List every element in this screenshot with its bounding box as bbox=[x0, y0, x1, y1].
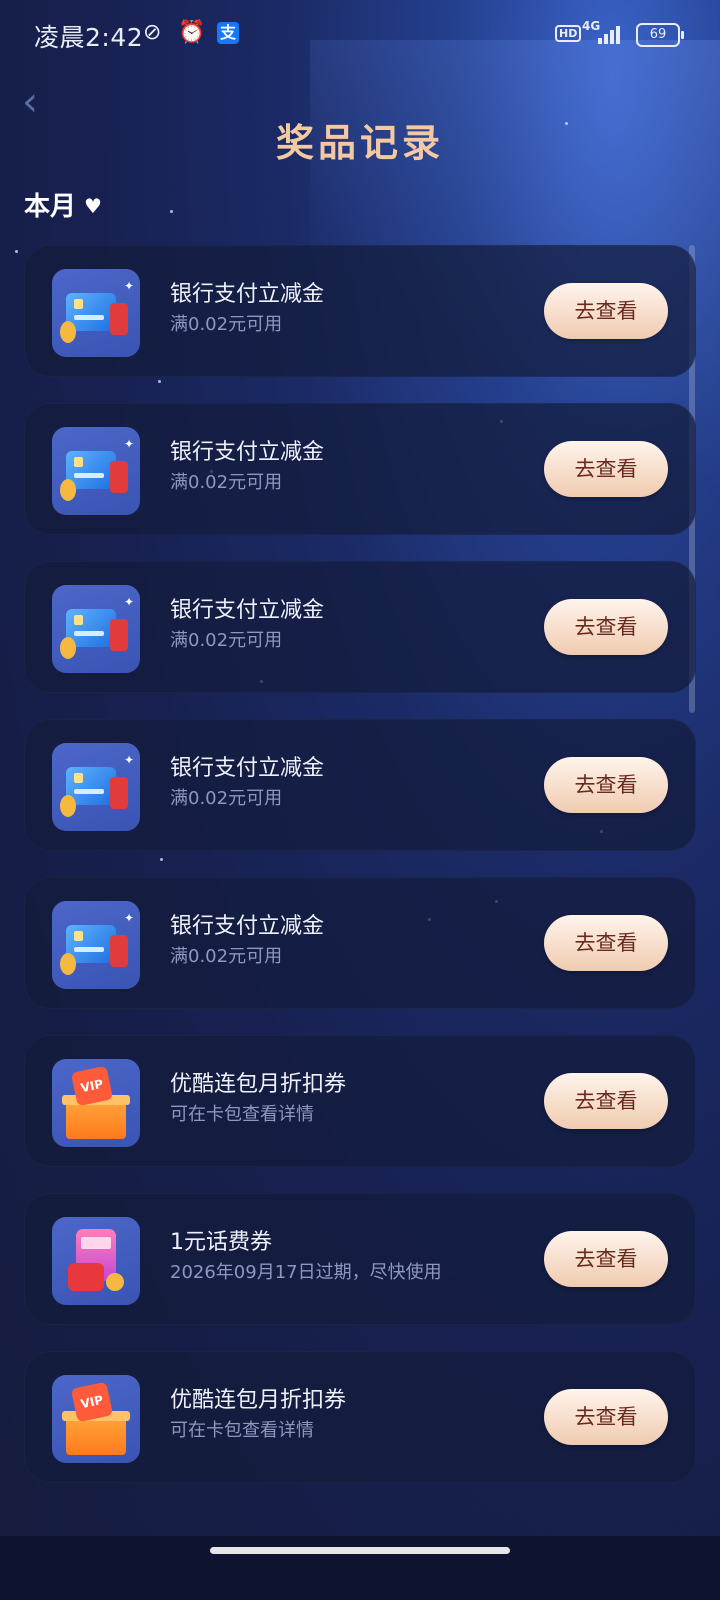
prize-card: ✦ 银行支付立减金 满0.02元可用 去查看 bbox=[24, 877, 696, 1009]
view-button[interactable]: 去查看 bbox=[544, 283, 668, 339]
alipay-icon: 支 bbox=[217, 22, 239, 44]
vip-gift-box-icon: VIP bbox=[52, 1375, 140, 1463]
page-title: 奖品记录 bbox=[275, 121, 444, 165]
prize-desc: 2026年09月17日过期，尽快使用 bbox=[170, 1262, 442, 1283]
navigation-bar bbox=[0, 1536, 720, 1600]
prize-card: 1元话费券 2026年09月17日过期，尽快使用 去查看 bbox=[24, 1193, 696, 1325]
bank-card-icon: ✦ bbox=[52, 427, 140, 515]
heart-dropdown-icon: ♥ bbox=[84, 194, 102, 218]
view-button[interactable]: 去查看 bbox=[544, 757, 668, 813]
view-button[interactable]: 去查看 bbox=[544, 1073, 668, 1129]
view-button[interactable]: 去查看 bbox=[544, 1389, 668, 1445]
phone-bill-icon bbox=[52, 1217, 140, 1305]
view-button[interactable]: 去查看 bbox=[544, 441, 668, 497]
prize-desc: 可在卡包查看详情 bbox=[170, 1420, 314, 1441]
prize-card: ✦ 银行支付立减金 满0.02元可用 去查看 bbox=[24, 245, 696, 377]
view-button[interactable]: 去查看 bbox=[544, 915, 668, 971]
status-bar: 凌晨2:42 ⊘ ⏰ 支 HD 4G 69 bbox=[0, 0, 720, 70]
bank-card-icon: ✦ bbox=[52, 269, 140, 357]
hd-label: HD bbox=[555, 25, 582, 42]
prize-desc: 满0.02元可用 bbox=[170, 472, 283, 493]
vip-gift-box-icon: VIP bbox=[52, 1059, 140, 1147]
prize-desc: 满0.02元可用 bbox=[170, 630, 283, 651]
prize-name: 1元话费券 bbox=[170, 1230, 272, 1255]
battery-icon: 69 bbox=[636, 23, 684, 47]
bank-card-icon: ✦ bbox=[52, 901, 140, 989]
prize-name: 优酷连包月折扣券 bbox=[170, 1072, 347, 1097]
prize-card: ✦ 银行支付立减金 满0.02元可用 去查看 bbox=[24, 403, 696, 535]
home-indicator[interactable] bbox=[210, 1547, 510, 1554]
month-filter-dropdown[interactable]: 本月 ♥ bbox=[24, 186, 102, 223]
view-button[interactable]: 去查看 bbox=[544, 1231, 668, 1287]
prize-list: ✦ 银行支付立减金 满0.02元可用 去查看 ✦ 银行支付立减金 满0.02元可… bbox=[24, 245, 696, 1509]
prize-name: 优酷连包月折扣券 bbox=[170, 1388, 347, 1413]
do-not-disturb-icon: ⊘ bbox=[143, 20, 162, 45]
prize-card: ✦ 银行支付立减金 满0.02元可用 去查看 bbox=[24, 719, 696, 851]
prize-desc: 满0.02元可用 bbox=[170, 314, 283, 335]
prize-card: VIP 优酷连包月折扣券 可在卡包查看详情 去查看 bbox=[24, 1351, 696, 1483]
prize-name: 银行支付立减金 bbox=[170, 756, 325, 781]
bank-card-icon: ✦ bbox=[52, 585, 140, 673]
prize-card: VIP 优酷连包月折扣券 可在卡包查看详情 去查看 bbox=[24, 1035, 696, 1167]
status-time: 凌晨2:42 bbox=[34, 23, 144, 52]
prize-name: 银行支付立减金 bbox=[170, 440, 325, 465]
prize-name: 银行支付立减金 bbox=[170, 914, 325, 939]
bank-card-icon: ✦ bbox=[52, 743, 140, 831]
prize-desc: 满0.02元可用 bbox=[170, 946, 283, 967]
signal-icon bbox=[598, 24, 626, 44]
prize-name: 银行支付立减金 bbox=[170, 282, 325, 307]
prize-card: ✦ 银行支付立减金 满0.02元可用 去查看 bbox=[24, 561, 696, 693]
prize-name: 银行支付立减金 bbox=[170, 598, 325, 623]
prize-desc: 可在卡包查看详情 bbox=[170, 1104, 314, 1125]
prize-desc: 满0.02元可用 bbox=[170, 788, 283, 809]
month-filter-label: 本月 bbox=[24, 192, 77, 222]
view-button[interactable]: 去查看 bbox=[544, 599, 668, 655]
alarm-icon: ⏰ bbox=[178, 20, 206, 45]
